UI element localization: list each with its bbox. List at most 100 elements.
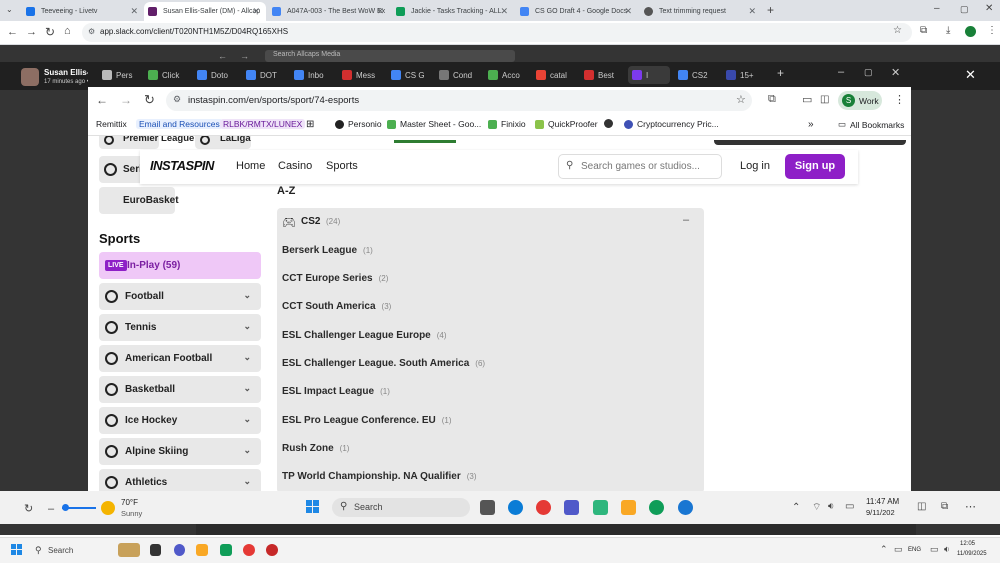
slack-forward-icon[interactable]: → [240, 51, 249, 61]
url-field[interactable]: ⚙ instaspin.com/en/sports/sport/74-espor… [166, 90, 752, 111]
volume-icon[interactable]: 🔉︎ [944, 544, 950, 555]
chevron-up-icon[interactable]: ⌃ [792, 502, 800, 513]
more-icon[interactable]: ⋯ [965, 500, 976, 513]
sidebar-item-alpine-skiing[interactable]: Alpine Skiing ⌄ [99, 438, 261, 465]
new-tab-button[interactable]: + [767, 3, 774, 17]
sidebar-item-american-football[interactable]: American Football ⌄ [99, 345, 261, 372]
outer-tab-2[interactable]: Susan Ellis-Saller (DM) - Allcap ✕ [144, 2, 266, 21]
list-item[interactable]: TP World Championship. NA Qualifier (3) [282, 471, 477, 482]
window-close-button[interactable]: ✕ [891, 66, 900, 79]
inner-tab-4[interactable]: DOT [246, 66, 286, 84]
bookmark-finixio[interactable]: Finixio [488, 119, 526, 129]
zoom-slider-handle[interactable] [62, 504, 69, 511]
inner-tab-10[interactable]: catal [536, 66, 576, 84]
apps-grid-icon[interactable]: ⊞ [306, 119, 314, 130]
list-item[interactable]: ESL Pro League Conference. EU (1) [282, 415, 452, 426]
list-item[interactable]: ESL Impact League (1) [282, 386, 390, 397]
copy-icon[interactable]: ⧉ [941, 501, 948, 512]
menu-icon[interactable]: ⋮ [894, 93, 905, 106]
site-logo[interactable]: INSTASPIN [150, 158, 214, 173]
close-icon[interactable]: ✕ [376, 6, 384, 17]
site-info-icon[interactable]: ⚙ [88, 27, 95, 36]
chrome-profile-icon[interactable] [649, 500, 664, 515]
outer-tab-3[interactable]: A047A-003 - The Best WoW Ex ✕ [268, 2, 390, 21]
teams-icon[interactable] [564, 500, 579, 515]
inner-tab-14[interactable]: 15+ [726, 66, 766, 84]
new-tab-button[interactable]: + [777, 66, 784, 80]
minimize-button[interactable]: – [838, 66, 844, 78]
menu-icon[interactable]: ⋮ [987, 25, 997, 36]
inner-tab-5[interactable]: Inbo [294, 66, 334, 84]
slack-search-bar[interactable]: Search Allcaps Media [265, 50, 515, 62]
list-item[interactable]: CCT South America (3) [282, 301, 391, 312]
app-icon[interactable] [266, 544, 278, 556]
chrome-icon[interactable] [536, 500, 551, 515]
url-field[interactable]: ⚙ app.slack.com/client/T020NTH1M5Z/D04RQ… [82, 23, 912, 42]
all-bookmarks[interactable]: ▭ All Bookmarks [838, 119, 904, 130]
bookmark-star-icon[interactable]: ☆ [893, 25, 902, 36]
teams-icon[interactable] [174, 544, 185, 556]
zoom-out-icon[interactable]: – [48, 503, 54, 515]
edge-icon[interactable] [508, 500, 523, 515]
profile-button[interactable]: S Work [838, 91, 882, 110]
forward-arrow-icon[interactable]: → [120, 93, 132, 107]
inner-tab-13[interactable]: CS2 [678, 66, 718, 84]
nav-sports[interactable]: Sports [326, 160, 358, 172]
inner-tab-6[interactable]: Mess [342, 66, 382, 84]
taskbar-search[interactable]: ⚲ Search [332, 498, 470, 517]
close-icon[interactable]: ✕ [500, 6, 508, 17]
list-item[interactable]: ESL Challenger League. South America (6) [282, 358, 485, 369]
search-input[interactable]: ⚲ Search games or studios... [558, 154, 722, 179]
list-item[interactable]: Rush Zone (1) [282, 443, 349, 454]
language-indicator[interactable]: ENG [908, 547, 921, 553]
network-icon[interactable]: ▭ [894, 544, 903, 555]
more-bookmarks-icon[interactable]: » [808, 119, 814, 130]
close-icon[interactable]: ✕ [748, 6, 756, 17]
fit-window-icon[interactable]: ◫ [917, 501, 926, 512]
nav-casino[interactable]: Casino [278, 160, 312, 172]
inner-tab-2[interactable]: Click [148, 66, 188, 84]
bookmark-star-icon[interactable]: ☆ [736, 93, 746, 106]
slack-back-icon[interactable]: ← [218, 51, 227, 61]
back-arrow-icon[interactable]: ← [7, 26, 18, 38]
sidebar-item-tennis[interactable]: Tennis ⌄ [99, 314, 261, 341]
slack-icon[interactable] [593, 500, 608, 515]
group-title[interactable]: CS2 [301, 216, 320, 227]
profile-avatar[interactable] [965, 26, 976, 37]
maximize-button[interactable]: ▢ [960, 4, 969, 15]
close-icon[interactable]: ✕ [624, 6, 632, 17]
sidebar-item-football[interactable]: Football ⌄ [99, 283, 261, 310]
security-icon[interactable] [678, 500, 693, 515]
wifi-icon[interactable]: ⌔ [812, 501, 821, 514]
bookmark-quickproofer[interactable]: QuickProofer [535, 119, 598, 129]
inner-tab-9[interactable]: Acco [488, 66, 528, 84]
inner-tab-8[interactable]: Cond [439, 66, 479, 84]
volume-icon[interactable]: 🔉︎ [828, 501, 834, 512]
bookmark-master-sheet[interactable]: Master Sheet - Goo... [387, 119, 481, 129]
list-item[interactable]: Berserk League (1) [282, 245, 373, 256]
forward-arrow-icon[interactable]: → [26, 26, 37, 38]
chrome-icon[interactable] [243, 544, 255, 556]
chevron-up-icon[interactable]: ⌃ [880, 544, 888, 555]
site-info-icon[interactable]: ⚙ [173, 94, 181, 105]
inner-tab-12[interactable]: I [628, 66, 670, 84]
outer-tab-6[interactable]: Text trimming request ✕ [640, 2, 762, 21]
outer-tab-4[interactable]: Jackie - Tasks Tracking - ALL ✕ [392, 2, 514, 21]
home-icon[interactable]: ⌂ [64, 25, 71, 37]
close-icon[interactable]: ✕ [252, 6, 260, 17]
sidebar-item-ice-hockey[interactable]: Ice Hockey ⌄ [99, 407, 261, 434]
outer-tab-1[interactable]: Teeveeing - Livetv ✕ [22, 2, 144, 21]
sidebar-item-premier-league[interactable]: Premier League [99, 136, 194, 149]
split-view-icon[interactable]: ◫ [820, 94, 829, 105]
outer-search-text[interactable]: Search [48, 546, 73, 555]
viewer-close-icon[interactable]: ✕ [965, 67, 976, 83]
task-view-icon[interactable] [480, 500, 495, 515]
extensions-icon[interactable]: ⧉ [920, 25, 927, 36]
battery-icon[interactable]: ▭ [845, 501, 854, 512]
nav-home[interactable]: Home [236, 160, 265, 172]
windows-start-icon[interactable] [11, 544, 23, 556]
collapse-icon[interactable]: – [683, 214, 689, 226]
list-item[interactable]: CCT Europe Series (2) [282, 273, 388, 284]
sidebar-item-in-play[interactable]: LIVE In-Play (59) [99, 252, 261, 279]
maximize-button[interactable]: ▢ [864, 67, 873, 78]
